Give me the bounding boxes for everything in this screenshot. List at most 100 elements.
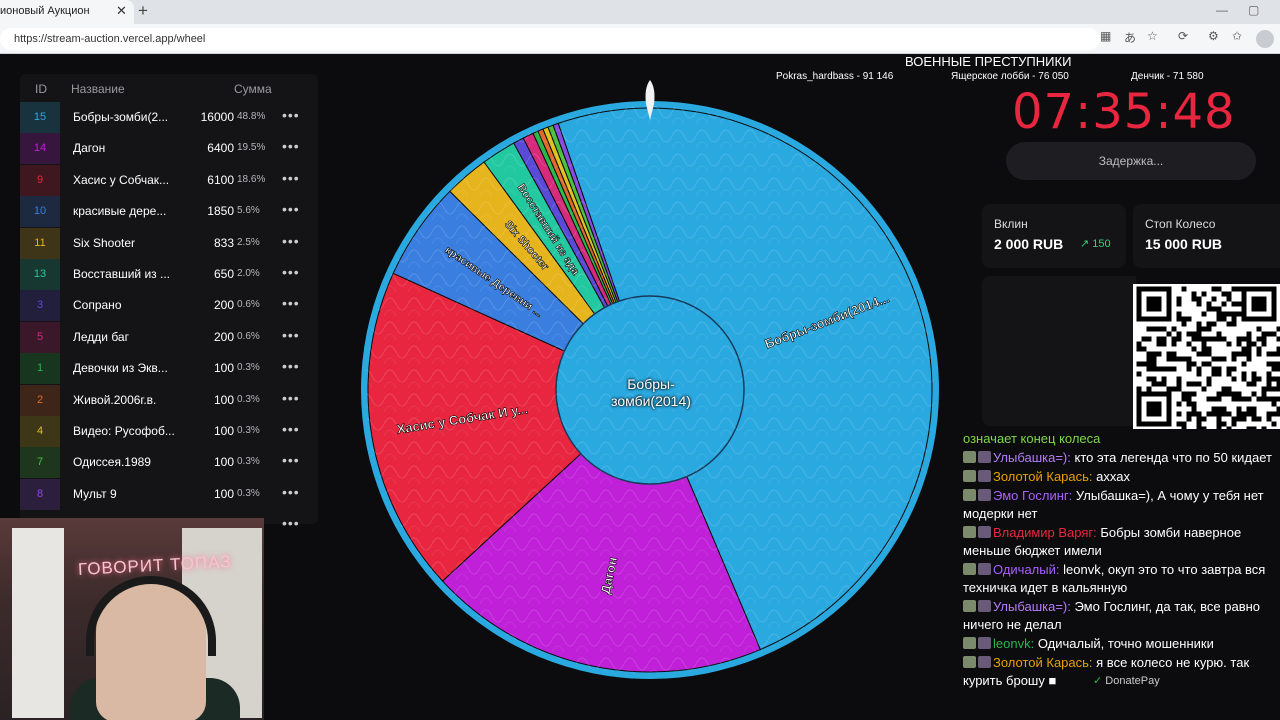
row-percent: 48.8% bbox=[237, 111, 266, 122]
row-sum: 16000 bbox=[200, 110, 234, 124]
table-row[interactable]: 1 Девочки из Экв... 100 0.3% ••• bbox=[20, 353, 318, 385]
row-more-icon[interactable]: ••• bbox=[282, 138, 300, 154]
row-id: 7 bbox=[36, 456, 44, 469]
stop-value: 15 000 RUB bbox=[1145, 236, 1223, 252]
maximize-icon[interactable]: ▢ bbox=[1248, 3, 1259, 17]
chat-message: Одичалый: leonvk, окуп это то что завтра… bbox=[963, 562, 1266, 595]
favorites-icon[interactable]: ✩ bbox=[1232, 29, 1242, 43]
row-name: Дагон bbox=[73, 141, 106, 156]
trend-up-icon: ↗ bbox=[1080, 238, 1090, 250]
chat-username[interactable]: Золотой Карась bbox=[993, 655, 1089, 670]
chat-username[interactable]: Эмо Гослинг bbox=[993, 488, 1069, 503]
row-more-icon[interactable]: ••• bbox=[282, 421, 300, 437]
new-tab-icon[interactable]: + bbox=[138, 1, 148, 21]
row-name: Видео: Русофоб... bbox=[73, 424, 175, 438]
row-more-icon[interactable]: ••• bbox=[282, 358, 300, 374]
delay-button[interactable]: Задержка... bbox=[1006, 142, 1256, 180]
row-sum: 650 bbox=[213, 267, 234, 281]
minimize-icon[interactable]: — bbox=[1216, 3, 1228, 17]
user-badge-icon bbox=[978, 470, 991, 482]
tab-title: ионовый Аукцион bbox=[0, 5, 90, 17]
row-id: 14 bbox=[33, 142, 47, 155]
lots-table: ID Название Сумма 15 Бобры-зомби(2... 1600… bbox=[20, 74, 318, 531]
donatepay-logo: ✓ DonatePay bbox=[1093, 675, 1160, 687]
row-more-icon[interactable]: ••• bbox=[282, 327, 300, 343]
table-row[interactable]: 5 Ледди баг 200 0.6% ••• bbox=[20, 321, 318, 353]
table-row[interactable]: 11 Six Shooter 833 2.5% ••• bbox=[20, 227, 318, 259]
row-more-icon[interactable]: ••• bbox=[282, 484, 300, 500]
table-row[interactable]: 9 Хасис у Собчак... 6100 18.6% ••• bbox=[20, 164, 318, 196]
chat-message: Владимир Варяг: Бобры зомби наверное мен… bbox=[963, 525, 1242, 558]
chat-message: leonvk: Одичалый, точно мошенники bbox=[963, 635, 1280, 653]
row-name: Живой.2006г.в. bbox=[73, 392, 157, 407]
chat-username[interactable]: leonvk bbox=[993, 636, 1031, 651]
row-name: Хасис у Собчак... bbox=[73, 172, 170, 187]
address-bar: https://stream-auction.vercel.app/wheel … bbox=[0, 24, 1280, 54]
webcam-overlay: ГОВОРИТ ТОПАЗ bbox=[0, 518, 264, 720]
table-row[interactable]: 3 Сопрано 200 0.6% ••• bbox=[20, 290, 318, 322]
row-more-icon[interactable]: ••• bbox=[282, 107, 300, 123]
row-id: 2 bbox=[36, 393, 44, 406]
table-row[interactable]: 15 Бобры-зомби(2... 16000 48.8% ••• bbox=[20, 102, 318, 133]
chat-username[interactable]: Владимир Варяг bbox=[993, 525, 1093, 540]
top-donor-2: Ящерское лобби - 76 050 bbox=[951, 71, 1069, 82]
row-name: Сопрано bbox=[73, 298, 122, 313]
row-more-icon[interactable]: ••• bbox=[282, 515, 300, 531]
table-row[interactable]: 10 красивые дере... 1850 5.6% ••• bbox=[20, 196, 318, 228]
row-percent: 0.6% bbox=[237, 330, 260, 342]
url-text: https://stream-auction.vercel.app/wheel bbox=[14, 33, 206, 45]
tab-close-icon[interactable]: ✕ bbox=[116, 3, 127, 19]
table-row[interactable]: 14 Дагон 6400 19.5% ••• bbox=[20, 133, 318, 165]
webcam-shelf bbox=[12, 528, 64, 718]
header-id: ID bbox=[35, 82, 47, 96]
settings-icon[interactable]: ⚙ bbox=[1208, 29, 1219, 43]
chat-message: Улыбашка=): Эмо Гослинг, да так, все рав… bbox=[963, 599, 1261, 632]
row-id: 5 bbox=[36, 330, 44, 343]
reader-icon[interactable]: ▦ bbox=[1100, 29, 1111, 43]
user-badge-icon bbox=[978, 489, 991, 501]
table-row[interactable]: 2 Живой.2006г.в. 100 0.3% ••• bbox=[20, 384, 318, 416]
bookmark-star-icon[interactable]: ☆ bbox=[1147, 29, 1158, 43]
browser-tab[interactable]: ионовый Аукцион ✕ bbox=[0, 0, 134, 24]
row-more-icon[interactable]: ••• bbox=[282, 390, 300, 406]
url-field[interactable]: https://stream-auction.vercel.app/wheel bbox=[0, 28, 1100, 50]
row-id: 8 bbox=[36, 487, 44, 500]
row-more-icon[interactable]: ••• bbox=[282, 264, 300, 280]
row-sum: 200 bbox=[213, 329, 234, 344]
chat-text: аххах bbox=[1096, 469, 1130, 484]
header-name: Название bbox=[71, 82, 125, 96]
row-percent: 2.0% bbox=[237, 268, 260, 279]
chat-message: Эмо Гослинг: Улыбашка=), А чому у тебя н… bbox=[963, 488, 1264, 521]
row-more-icon[interactable]: ••• bbox=[282, 233, 300, 249]
row-more-icon[interactable]: ••• bbox=[282, 295, 300, 311]
row-more-icon[interactable]: ••• bbox=[282, 170, 300, 186]
user-badge-icon bbox=[978, 637, 991, 649]
table-row[interactable]: 8 Мульт 9 100 0.3% ••• bbox=[20, 478, 318, 510]
chat-username[interactable]: Улыбашка=) bbox=[993, 599, 1067, 614]
row-more-icon[interactable]: ••• bbox=[282, 452, 300, 468]
profile-avatar[interactable] bbox=[1256, 30, 1274, 48]
row-id: 9 bbox=[36, 173, 44, 186]
table-row[interactable]: 4 Видео: Русофоб... 100 0.3% ••• bbox=[20, 416, 318, 447]
top-donor-3: Денчик - 71 580 bbox=[1131, 71, 1204, 82]
translate-icon[interactable]: あ bbox=[1124, 29, 1136, 46]
check-icon: ✓ bbox=[1093, 675, 1103, 687]
chat-username[interactable]: Золотой Карась bbox=[993, 469, 1089, 484]
chat-username[interactable]: Одичалый bbox=[993, 562, 1056, 577]
row-name: Ледди баг bbox=[73, 329, 129, 344]
countdown-timer: 07:35:48 bbox=[1012, 84, 1236, 140]
row-sum: 1850 bbox=[207, 204, 234, 219]
user-badge-icon bbox=[963, 656, 976, 668]
row-percent: 19.5% bbox=[237, 142, 266, 154]
row-sum: 100 bbox=[213, 455, 234, 470]
row-percent: 0.3% bbox=[237, 425, 260, 436]
row-name: Мульт 9 bbox=[73, 486, 117, 501]
table-row[interactable]: 7 Одиссея.1989 100 0.3% ••• bbox=[20, 447, 318, 479]
row-sum: 200 bbox=[213, 298, 234, 313]
row-id: 11 bbox=[34, 236, 46, 249]
row-more-icon[interactable]: ••• bbox=[282, 201, 300, 217]
extension-icon[interactable]: ⟳ bbox=[1178, 29, 1188, 43]
stop-wheel-card: Стоп Колесо 15 000 RUB bbox=[1133, 204, 1280, 268]
chat-username[interactable]: Улыбашка=) bbox=[993, 450, 1067, 465]
table-row[interactable]: 13 Восставший из ... 650 2.0% ••• bbox=[20, 259, 318, 290]
